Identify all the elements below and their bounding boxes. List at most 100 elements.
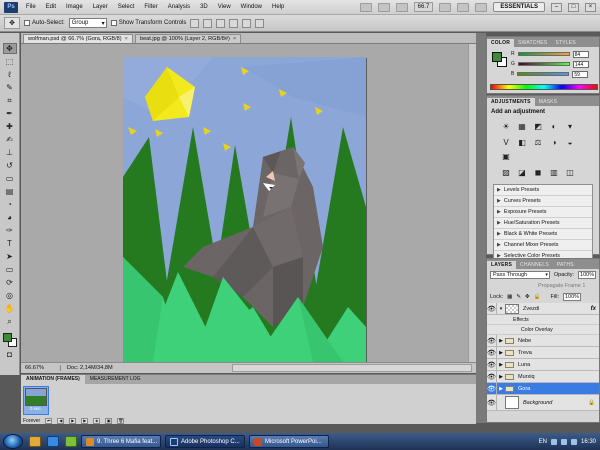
checkbox-icon[interactable]	[110, 20, 117, 26]
selective-color-icon[interactable]: ◫	[565, 167, 575, 177]
preset-exposure[interactable]: ▶ Exposure Presets	[494, 207, 592, 218]
align-middle-icon[interactable]	[203, 18, 213, 28]
screen-mode-icon[interactable]	[475, 2, 488, 12]
visibility-eye-icon[interactable]: 👁	[487, 371, 497, 382]
tab-styles[interactable]: STYLES	[551, 39, 579, 47]
expand-triangle-icon[interactable]: ▶	[497, 362, 505, 368]
shield-icon[interactable]	[570, 438, 577, 445]
align-right-icon[interactable]	[255, 18, 265, 28]
visibility-eye-icon[interactable]: 👁	[487, 395, 497, 410]
move-tool-preset-icon[interactable]: ✥	[4, 17, 20, 29]
maximize-icon[interactable]: □	[568, 2, 579, 12]
doc-tab-wolfman[interactable]: wolfman.psd @ 66.7% (Gora, RGB/8) ×	[23, 34, 133, 43]
expand-triangle-icon[interactable]: ▶	[497, 338, 505, 344]
visibility-eye-icon[interactable]: 👁	[487, 359, 497, 370]
auto-select-checkbox[interactable]: Auto-Select:	[24, 20, 65, 26]
close-icon[interactable]: ×	[585, 2, 596, 12]
green-value[interactable]: 144	[572, 60, 589, 68]
threshold-icon[interactable]: ◼	[533, 167, 543, 177]
lasso-tool-icon[interactable]: ℓ	[3, 69, 17, 80]
preset-black-white[interactable]: ▶ Black & White Presets	[494, 229, 592, 240]
path-select-tool-icon[interactable]: ➤	[3, 251, 17, 262]
folder-quicklaunch-icon[interactable]	[29, 436, 41, 447]
tab-animation-frames[interactable]: ANIMATION (FRAMES)	[21, 375, 85, 384]
menu-select[interactable]: Select	[113, 4, 140, 10]
posterize-icon[interactable]: ◪	[517, 167, 527, 177]
checkbox-icon[interactable]	[24, 20, 30, 26]
channel-mixer-icon[interactable]: ▣	[501, 151, 511, 161]
expand-triangle-icon[interactable]: ▶	[497, 386, 505, 392]
tab-paths[interactable]: PATHS	[553, 261, 578, 269]
hand-tool-icon[interactable]: ✋	[3, 303, 17, 314]
visibility-eye-icon[interactable]: 👁	[487, 347, 497, 358]
minimize-icon[interactable]: –	[551, 2, 562, 12]
artwork-canvas[interactable]	[123, 57, 366, 362]
menu-view[interactable]: View	[213, 4, 236, 10]
photo-filter-icon[interactable]: ◒	[565, 137, 575, 147]
loop-dropdown[interactable]: Forever	[23, 418, 40, 424]
lock-pixels-icon[interactable]: ✎	[516, 294, 521, 300]
layer-group-gora[interactable]: 👁 ▶ Gora	[487, 383, 599, 395]
lock-all-icon[interactable]: 🔒	[534, 294, 541, 300]
preset-hue-saturation[interactable]: ▶ Hue/Saturation Presets	[494, 218, 592, 229]
preset-curves[interactable]: ▶ Curves Presets	[494, 196, 592, 207]
expand-triangle-icon[interactable]: ▶	[497, 350, 505, 356]
align-center-icon[interactable]	[242, 18, 252, 28]
blur-tool-icon[interactable]: ◔	[3, 199, 17, 210]
clone-stamp-tool-icon[interactable]: ⊥	[3, 147, 17, 158]
tab-channels[interactable]: CHANNELS	[516, 261, 553, 269]
preset-levels[interactable]: ▶ Levels Presets	[494, 185, 592, 196]
close-icon[interactable]: ×	[125, 36, 128, 42]
levels-icon[interactable]: ▦	[517, 121, 527, 131]
collapsed-panel-strip[interactable]	[476, 33, 486, 423]
prev-frame-icon[interactable]: ◀	[57, 417, 65, 424]
tab-masks[interactable]: MASKS	[535, 98, 562, 106]
expand-triangle-icon[interactable]: ▶	[497, 231, 501, 237]
play-icon[interactable]: ▶	[69, 417, 77, 424]
brush-tool-icon[interactable]: ✍	[3, 134, 17, 145]
lock-position-icon[interactable]: ✥	[525, 294, 530, 300]
menu-layer[interactable]: Layer	[88, 4, 113, 10]
visibility-eye-icon[interactable]: 👁	[487, 303, 497, 314]
animation-frame-1[interactable]: 0 sec.	[23, 386, 49, 415]
layer-fx-icon[interactable]: fx	[591, 306, 599, 312]
red-value[interactable]: 84	[572, 50, 589, 58]
menu-image[interactable]: Image	[61, 4, 88, 10]
canvas-area[interactable]	[21, 44, 476, 362]
clock[interactable]: 16:30	[581, 439, 596, 445]
expand-triangle-icon[interactable]: ▶	[497, 220, 501, 226]
minibridge-icon[interactable]	[377, 2, 390, 12]
auto-select-dropdown[interactable]: Group	[68, 18, 107, 28]
horizontal-scrollbar[interactable]	[232, 364, 472, 372]
workspace-switcher[interactable]: ESSENTIALS	[493, 2, 545, 12]
layer-effect-color-overlay[interactable]: Color Overlay	[487, 325, 599, 335]
blue-slider[interactable]	[517, 72, 570, 76]
taskbar-photoshop[interactable]: Adobe Photoshop C...	[165, 435, 245, 448]
media-quicklaunch-icon[interactable]	[65, 436, 77, 447]
duplicate-frame-icon[interactable]: ▣	[105, 417, 113, 424]
doc-tab-beat[interactable]: beat.jpg @ 100% (Layer 2, RGB/8#) ×	[134, 34, 242, 43]
volume-icon[interactable]	[560, 438, 567, 445]
3d-rotate-tool-icon[interactable]: ⟳	[3, 277, 17, 288]
expand-triangle-icon[interactable]: ▶	[497, 198, 501, 204]
opacity-field[interactable]: 100%	[578, 271, 596, 279]
arrange-docs-icon[interactable]	[457, 2, 470, 12]
eraser-tool-icon[interactable]: ▭	[3, 173, 17, 184]
hue-saturation-icon[interactable]: ◧	[517, 137, 527, 147]
red-slider[interactable]	[517, 52, 570, 56]
eyedropper-tool-icon[interactable]: ✒	[3, 108, 17, 119]
menu-analysis[interactable]: Analysis	[163, 4, 195, 10]
extras-icon[interactable]	[395, 2, 408, 12]
taskbar-powerpoint[interactable]: Microsoft PowerPoi...	[249, 435, 329, 448]
align-top-icon[interactable]	[190, 18, 200, 28]
network-icon[interactable]	[550, 438, 557, 445]
language-indicator[interactable]: EN	[539, 439, 547, 445]
start-button[interactable]	[3, 434, 23, 449]
brightness-contrast-icon[interactable]: ☀	[501, 121, 511, 131]
shape-tool-icon[interactable]: ▭	[3, 264, 17, 275]
expand-triangle-icon[interactable]: ▶	[497, 374, 505, 380]
tab-layers[interactable]: LAYERS	[487, 261, 517, 269]
exposure-icon[interactable]: ◐	[549, 121, 559, 131]
zoom-level[interactable]: 66.7	[413, 2, 434, 12]
unify-label[interactable]: Propagate Frame 1	[538, 283, 585, 289]
